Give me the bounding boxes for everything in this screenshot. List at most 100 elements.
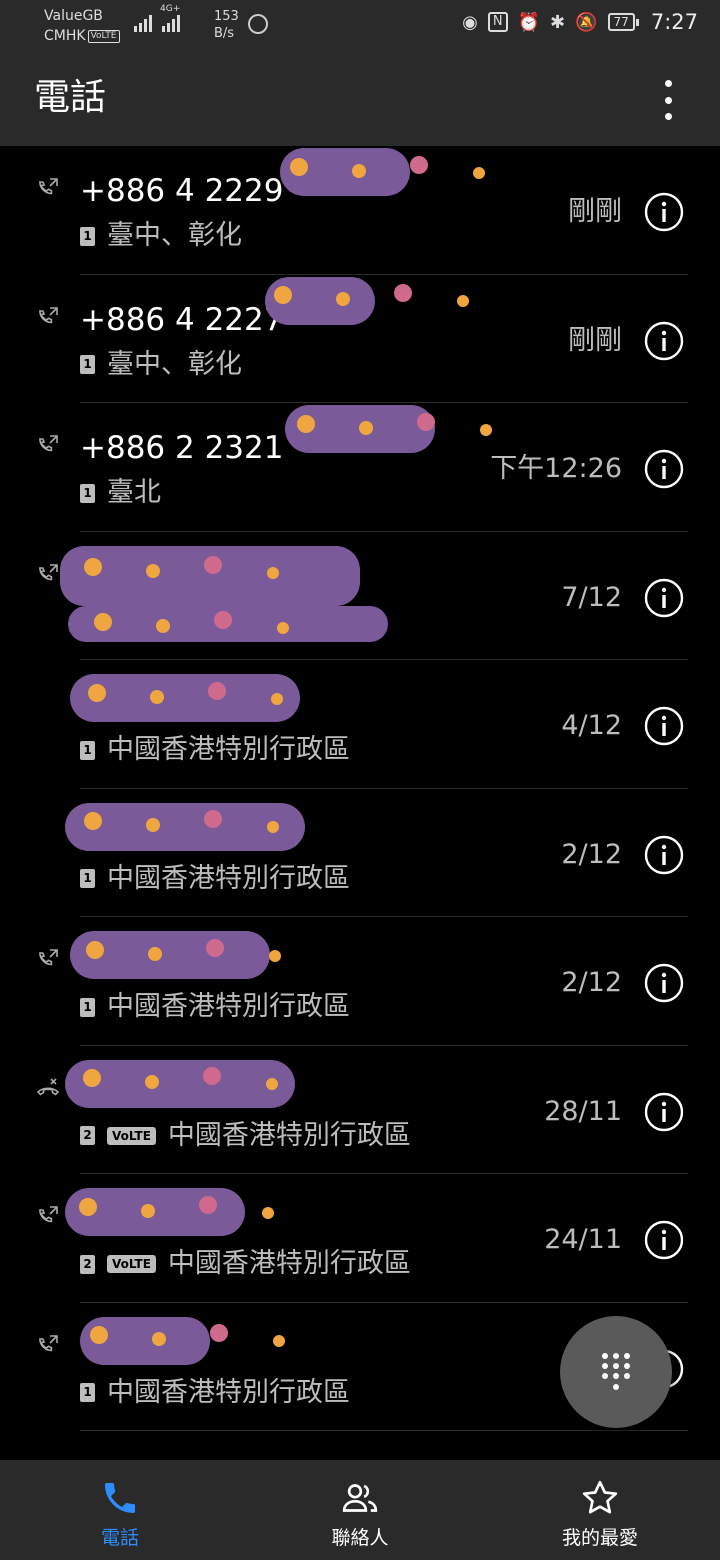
redaction-scribble (70, 931, 270, 979)
call-info-icon[interactable] (644, 963, 684, 1003)
caller-details: 1 中國香港特別行政區 (80, 1376, 350, 1410)
nfc-icon: N (487, 12, 508, 32)
row-divider (80, 1430, 688, 1431)
caller-location: 中國香港特別行政區 (167, 1119, 411, 1151)
call-info-icon[interactable] (644, 1220, 684, 1260)
call-info-icon[interactable] (644, 835, 684, 875)
redaction-scribble (68, 605, 388, 642)
nav-tab-contacts-label: 聯絡人 (331, 1527, 389, 1549)
redaction-scribble (70, 674, 300, 722)
page-title: 電話 (34, 77, 107, 118)
sim-badge: 1 (80, 483, 95, 503)
battery-icon: 77 (607, 13, 640, 31)
redaction-scribble (285, 405, 435, 453)
caller-location: 中國香港特別行政區 (107, 1376, 350, 1408)
alarm-icon: ⏰ (517, 11, 541, 33)
outgoing-call-icon (36, 1204, 60, 1228)
caller-location: 臺中、彰化 (107, 220, 242, 251)
redaction-scribble (265, 276, 375, 325)
notification-app-icon (248, 14, 268, 34)
caller-location: 中國香港特別行政區 (107, 991, 350, 1022)
outgoing-call-icon (36, 947, 60, 971)
call-log-row[interactable]: +886 2 2321 1 臺北 下午12:26 (0, 403, 720, 532)
outgoing-call-icon (36, 305, 60, 329)
call-time: 7/12 (561, 581, 622, 613)
caller-details: 1 中國香港特別行政區 (80, 990, 350, 1024)
phone-icon (105, 1483, 135, 1513)
dialpad-button[interactable] (560, 1316, 672, 1428)
call-info-icon[interactable] (644, 706, 684, 746)
volte-badge: VoLTE (107, 1255, 156, 1273)
outgoing-call-icon (36, 562, 60, 586)
call-log-row[interactable]: +886 4 2227 1 臺中、彰化 剛剛 (0, 275, 720, 403)
call-time: 4/12 (561, 710, 622, 741)
call-log-row[interactable]: 2 VoLTE 中國香港特別行政區 28/11 (0, 1046, 720, 1174)
call-info-icon[interactable] (644, 192, 684, 232)
call-time: 2/12 (561, 967, 622, 998)
caller-details: 1 中國香港特別行政區 (80, 862, 350, 896)
caller-details: 1 臺中、彰化 (80, 348, 242, 382)
missed-call-icon (36, 1076, 60, 1100)
sim-badge: 2 (80, 1126, 95, 1145)
sim-badge: 1 (80, 997, 95, 1017)
caller-location: 中國香港特別行政區 (167, 1248, 411, 1279)
redaction-scribble (65, 802, 305, 851)
status-time: 7:27 (650, 10, 698, 34)
nav-tab-favorites[interactable]: 我的最愛 (480, 1460, 720, 1560)
caller-details: 2 VoLTE 中國香港特別行政區 (80, 1119, 411, 1153)
call-time: 24/11 (544, 1224, 622, 1255)
nav-tab-contacts[interactable]: 聯絡人 (240, 1460, 480, 1560)
network-type-label: 4G+ (160, 4, 181, 14)
caller-location: 臺北 (107, 477, 161, 508)
redaction-scribble (65, 1188, 245, 1236)
call-log-row[interactable]: 7/12 (0, 532, 720, 660)
eye-comfort-icon: ◉ (462, 11, 478, 33)
call-log-list[interactable]: +886 4 2229 1 臺中、彰化 剛剛 +886 4 2227 1 臺中、彰化 剛剛 +8… (0, 146, 720, 1460)
sim-badge: 1 (80, 355, 95, 374)
redaction-scribble (65, 1059, 295, 1108)
outgoing-call-icon (36, 1333, 60, 1357)
signal-4g-icon: 4G+ (160, 4, 180, 32)
caller-details: 1 臺中、彰化 (80, 219, 242, 253)
status-icons: ◉ N ⏰ ✱ 🔕 77 7:27 (462, 10, 698, 34)
caller-name: +886 4 2227 (80, 301, 284, 338)
caller-location: 中國香港特別行政區 (107, 862, 350, 894)
contacts-icon (342, 1484, 378, 1512)
nav-tab-phone[interactable]: 電話 (0, 1460, 240, 1560)
signal-icon (134, 14, 152, 32)
call-log-row[interactable]: +886 4 2229 1 臺中、彰化 剛剛 (0, 146, 720, 275)
carrier-name-2: CMHK (44, 28, 86, 44)
call-time: 剛剛 (568, 196, 622, 227)
call-log-row[interactable]: 2 VoLTE 中國香港特別行政區 24/11 (0, 1174, 720, 1303)
star-icon (582, 1480, 618, 1514)
dialpad-icon (602, 1353, 630, 1390)
redaction-scribble (60, 545, 360, 606)
network-speed-value: 153 (214, 9, 239, 24)
call-info-icon[interactable] (644, 449, 684, 489)
call-log-row[interactable]: 1 中國香港特別行政區 2/12 (0, 917, 720, 1046)
signal-indicators: 4G+ (134, 4, 180, 32)
carrier-info: ValueGB CMHK VoLTE (44, 6, 120, 46)
call-time: 28/11 (544, 1095, 622, 1127)
call-log-row[interactable]: 1 中國香港特別行政區 4/12 (0, 660, 720, 789)
redaction-scribble (80, 1316, 210, 1365)
outgoing-call-icon (36, 433, 60, 457)
call-time: 剛剛 (568, 324, 622, 356)
nav-tab-favorites-label: 我的最愛 (561, 1527, 638, 1549)
call-log-row[interactable]: 1 中國香港特別行政區 2/12 (0, 789, 720, 917)
call-info-icon[interactable] (644, 321, 684, 361)
caller-location: 中國香港特別行政區 (107, 734, 350, 765)
overflow-menu-icon[interactable] (662, 80, 674, 120)
app-bar: 電話 (0, 52, 720, 146)
call-info-icon[interactable] (644, 1092, 684, 1132)
caller-details: 1 臺北 (80, 476, 161, 510)
outgoing-call-icon (36, 176, 60, 200)
sim-badge: 1 (80, 1383, 95, 1402)
bluetooth-icon: ✱ (550, 11, 566, 33)
call-time: 2/12 (561, 838, 622, 870)
network-speed: 153 B/s (214, 8, 239, 42)
call-info-icon[interactable] (644, 578, 684, 618)
caller-name: +886 2 2321 (80, 430, 284, 466)
status-bar: ValueGB CMHK VoLTE 4G+ 153 B/s ◉ N ⏰ ✱ 🔕 … (0, 0, 720, 52)
sim-badge: 1 (80, 226, 95, 246)
